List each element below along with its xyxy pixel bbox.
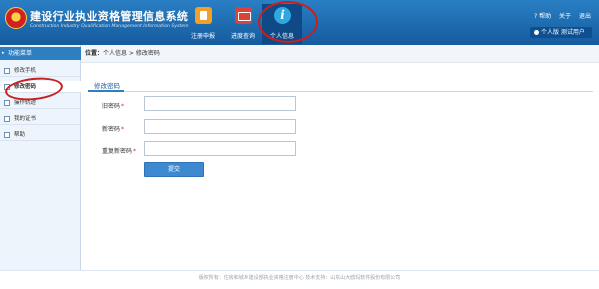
user-icon [534,30,539,35]
breadcrumb: 位置：个人信息 > 修改密码 [81,45,599,63]
info-icon [274,7,291,24]
confirm-password-label: 重复新密码* [102,148,137,155]
help-link[interactable]: ? 帮助 [534,13,551,20]
sidebar-item-label: 我的证书 [14,116,37,122]
sidebar-item-change-phone[interactable]: 修改手机 [0,65,81,77]
top-links: ? 帮助 关于 退出 [528,11,591,20]
sidebar-item-label: 操作轨迹 [14,100,37,106]
logout-link[interactable]: 退出 [579,13,591,20]
help-icon: ? [534,13,538,20]
certificate-icon [4,116,10,122]
user-name: 个人版 测试用户 [541,29,585,36]
nav-register-label: 注册申报 [190,33,215,40]
list-icon [4,100,10,106]
confirm-password-field[interactable] [144,141,296,156]
nav-progress-label: 进度查询 [230,33,255,40]
progress-icon [235,7,252,24]
footer-copyright: 版权所有：住房和城乡建设部执业资格注册中心 技术支持：山东山大鸥玛软件股份有限公… [0,270,599,289]
tab-active-indicator [88,90,124,92]
about-link[interactable]: 关于 [559,13,571,20]
app-header: 建设行业执业资格管理信息系统 Construction Industry Qua… [0,0,599,45]
sidebar-item-operation-log[interactable]: 操作轨迹 [0,97,81,109]
breadcrumb-path: 个人信息 > 修改密码 [103,50,160,57]
tab-divider [88,91,593,92]
key-icon [4,84,10,90]
nav-personal-info[interactable]: 个人信息 [262,4,302,44]
old-password-label: 旧密码* [102,103,125,110]
sidebar-item-label: 修改密码 [14,84,37,90]
old-password-field[interactable] [144,96,296,111]
sidebar-item-change-password[interactable]: 修改密码 [0,81,81,93]
sidebar: 功能菜单 修改手机 修改密码 操作轨迹 我的证书 帮助 [0,45,81,270]
register-icon [195,7,212,24]
breadcrumb-label: 位置： [85,50,104,57]
new-password-label: 新密码* [102,126,125,133]
sidebar-item-help[interactable]: 帮助 [0,129,81,141]
sidebar-item-label: 帮助 [14,132,26,138]
submit-button[interactable]: 提交 [144,162,204,177]
sidebar-item-label: 修改手机 [14,68,37,74]
app-title: 建设行业执业资格管理信息系统 [30,10,189,23]
nav-register[interactable]: 注册申报 [183,4,223,44]
app-subtitle: Construction Industry Qualification Mana… [30,24,189,29]
nav-personal-info-label: 个人信息 [269,33,294,40]
tab-change-password[interactable]: 修改密码 [94,80,120,90]
nav-progress[interactable]: 进度查询 [223,4,263,44]
national-emblem-logo [5,7,27,29]
help-doc-icon [4,132,10,138]
new-password-field[interactable] [144,119,296,134]
sidebar-item-my-certificates[interactable]: 我的证书 [0,113,81,125]
user-menu[interactable]: 个人版 测试用户 [530,27,592,38]
sidebar-title: 功能菜单 [0,47,81,60]
edit-icon [4,68,10,74]
